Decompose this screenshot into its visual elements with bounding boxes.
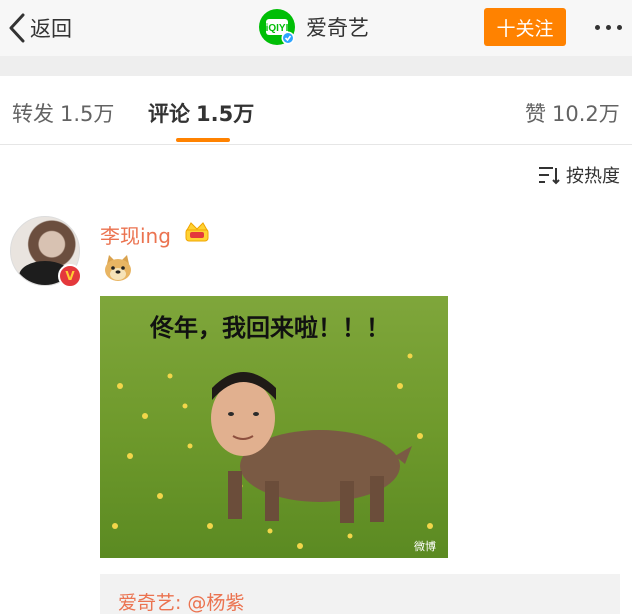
sort-icon (539, 167, 560, 185)
section-divider (0, 56, 632, 76)
iqiyi-logo-icon: iQIYI (258, 8, 296, 46)
image-watermark: 微博 (414, 540, 436, 553)
tab-comments[interactable]: 评论 1.5万 (148, 98, 254, 128)
reply-mention[interactable]: @杨紫 (187, 592, 244, 614)
reply-author[interactable]: 爱奇艺: (118, 592, 181, 614)
reply-preview[interactable]: 爱奇艺: @杨紫 (100, 574, 620, 614)
back-label: 返回 (30, 17, 72, 41)
doge-emoji-icon (103, 254, 133, 286)
dot-icon (605, 24, 611, 30)
crown-icon (184, 220, 210, 246)
dot-icon (616, 24, 622, 30)
sort-button[interactable]: 按热度 (538, 162, 620, 188)
brand-name: 爱奇艺 (306, 16, 369, 40)
active-tab-indicator (176, 138, 230, 142)
top-bar: 返回 iQIYI 爱奇艺 十关注 (0, 0, 632, 56)
tab-count: 10.2万 (552, 102, 620, 126)
tab-bar: 转发 1.5万 评论 1.5万 赞 10.2万 (0, 76, 632, 145)
tab-likes[interactable]: 赞 10.2万 (525, 98, 620, 128)
more-options-button[interactable] (588, 12, 628, 42)
back-button[interactable]: 返回 (8, 10, 72, 46)
tab-label: 转发 (12, 102, 54, 126)
tab-count: 1.5万 (60, 102, 115, 126)
comment-image[interactable]: 佟年，我回来啦！！！ 微博 (100, 296, 448, 558)
dot-icon (594, 24, 600, 30)
image-caption: 佟年，我回来啦！！！ (150, 314, 390, 342)
tab-reposts[interactable]: 转发 1.5万 (12, 98, 114, 128)
follow-button[interactable]: 十关注 (484, 8, 566, 46)
reply-text: 爱奇艺: @杨紫 (118, 588, 244, 615)
tab-label: 赞 (525, 102, 546, 126)
sort-label: 按热度 (566, 166, 620, 187)
verified-badge-icon: V (58, 264, 82, 288)
comment-username[interactable]: 李现ing (100, 220, 171, 249)
chevron-left-icon (9, 13, 25, 43)
tab-count: 1.5万 (196, 102, 255, 126)
tab-label: 评论 (148, 102, 190, 126)
brand: iQIYI 爱奇艺 (258, 8, 369, 46)
